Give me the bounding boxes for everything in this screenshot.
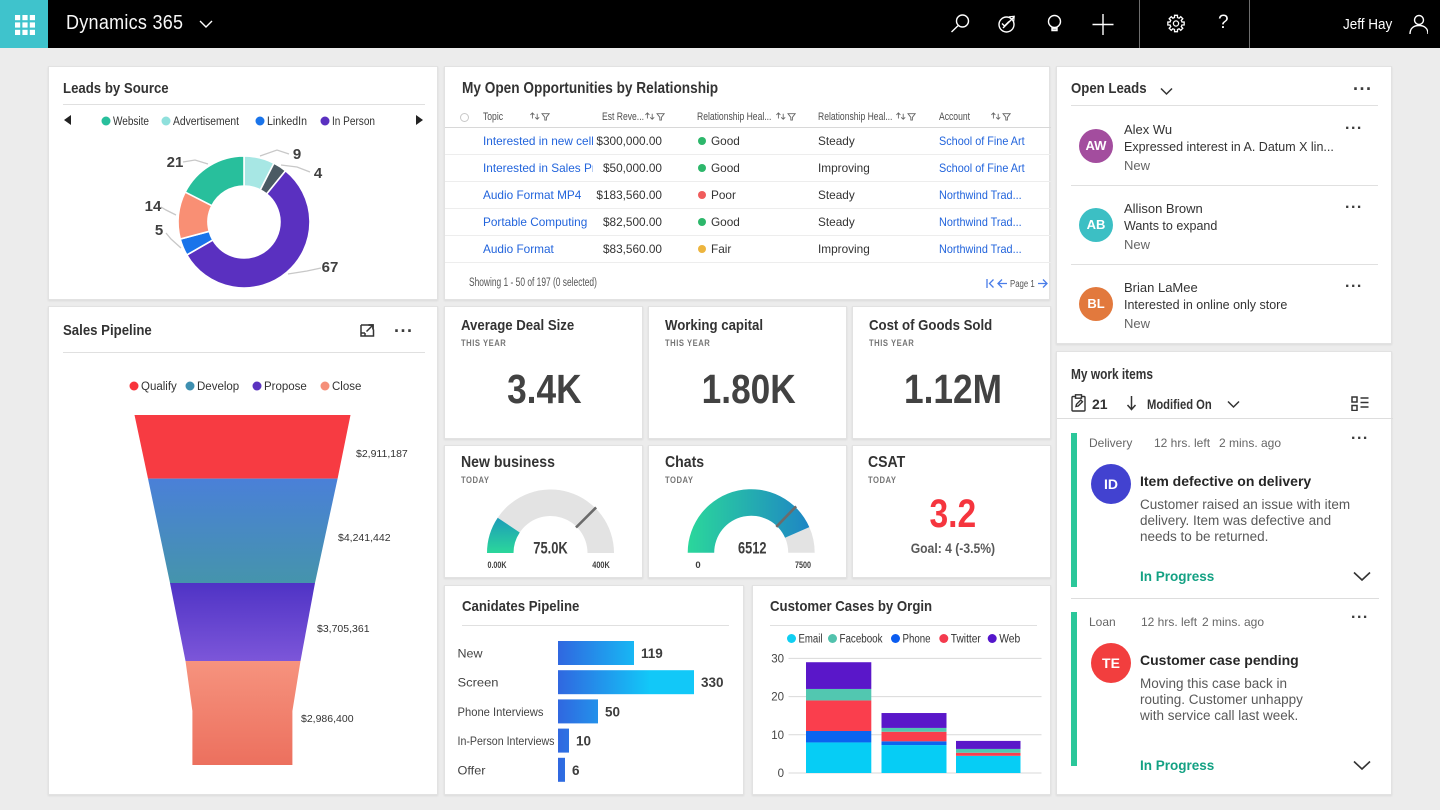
svg-text:10: 10: [771, 730, 784, 742]
svg-text:30: 30: [771, 653, 784, 665]
svg-text:10: 10: [576, 734, 591, 749]
svg-text:New: New: [458, 647, 483, 661]
svg-text:6: 6: [572, 763, 580, 778]
svg-text:Phone: Phone: [903, 634, 931, 646]
svg-text:400K: 400K: [592, 560, 610, 571]
svg-text:Twitter: Twitter: [951, 634, 981, 646]
svg-text:9: 9: [293, 146, 301, 163]
svg-text:$2,986,400: $2,986,400: [301, 713, 354, 725]
svg-text:7500: 7500: [795, 560, 811, 571]
svg-text:4: 4: [314, 165, 323, 182]
svg-text:$2,911,187: $2,911,187: [356, 448, 408, 460]
svg-text:Screen: Screen: [458, 676, 499, 690]
svg-text:75.0K: 75.0K: [533, 540, 568, 558]
svg-text:Website: Website: [113, 116, 149, 128]
svg-text:Propose: Propose: [264, 381, 307, 393]
svg-text:Develop: Develop: [197, 381, 239, 393]
svg-text:21: 21: [167, 154, 184, 171]
svg-text:Offer: Offer: [458, 763, 486, 777]
svg-text:In-Person Interviews: In-Person Interviews: [458, 734, 555, 748]
svg-text:0: 0: [695, 560, 700, 571]
svg-text:14: 14: [145, 198, 162, 215]
svg-text:330: 330: [701, 675, 724, 690]
svg-text:$4,241,442: $4,241,442: [338, 532, 391, 544]
svg-text:5: 5: [155, 222, 163, 239]
svg-text:50: 50: [605, 704, 620, 719]
svg-text:$3,705,361: $3,705,361: [317, 623, 370, 635]
svg-text:Facebook: Facebook: [840, 634, 883, 646]
svg-text:67: 67: [322, 259, 339, 276]
svg-text:0.00K: 0.00K: [488, 560, 507, 571]
svg-text:119: 119: [641, 646, 663, 661]
svg-text:0: 0: [778, 768, 784, 780]
svg-text:LinkedIn: LinkedIn: [267, 116, 307, 128]
svg-text:Email: Email: [799, 634, 823, 646]
svg-text:20: 20: [771, 692, 784, 704]
svg-text:Close: Close: [332, 381, 361, 393]
svg-text:Phone Interviews: Phone Interviews: [458, 705, 544, 719]
svg-text:Qualify: Qualify: [141, 381, 177, 393]
svg-text:6512: 6512: [738, 540, 767, 558]
svg-text:In Person: In Person: [332, 116, 375, 128]
svg-text:Web: Web: [999, 634, 1020, 646]
svg-text:Advertisement: Advertisement: [173, 116, 240, 128]
